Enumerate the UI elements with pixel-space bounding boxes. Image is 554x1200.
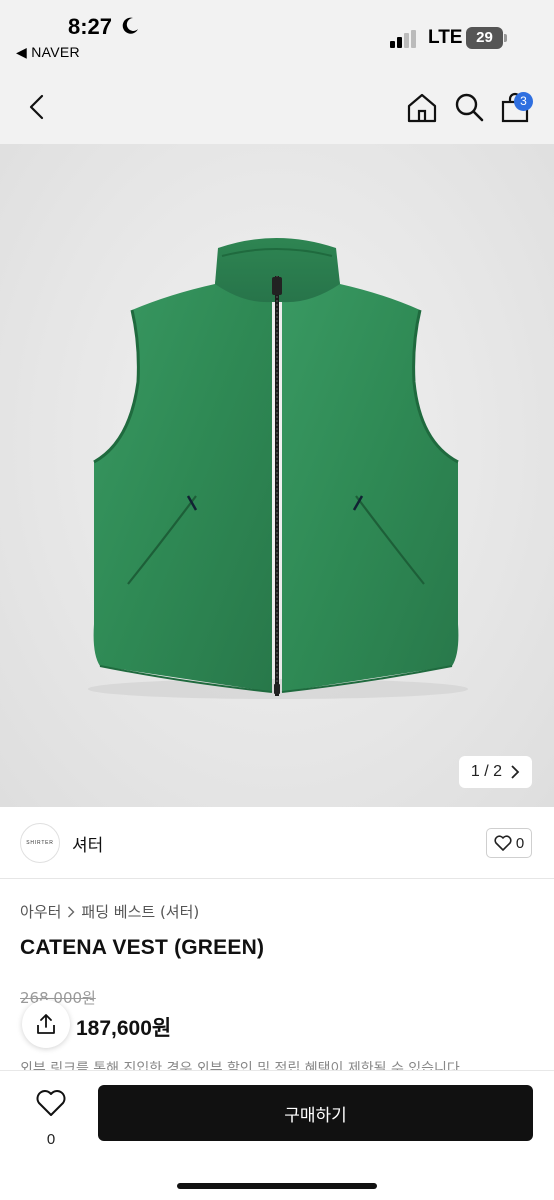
breadcrumb-item-padding-vest[interactable]: 패딩 베스트 (셔터) xyxy=(81,901,199,922)
store-wish-count: 0 xyxy=(515,834,525,852)
home-icon[interactable] xyxy=(406,92,438,124)
bottom-action-bar: 0 구매하기 xyxy=(0,1070,554,1200)
home-indicator xyxy=(177,1183,377,1189)
image-counter-label: 1 / 2 xyxy=(470,763,502,780)
back-arrow-icon[interactable] xyxy=(22,92,52,122)
heart-icon xyxy=(36,1090,66,1116)
signal-icon xyxy=(390,30,416,48)
share-icon xyxy=(37,1014,55,1034)
green-vest-photo xyxy=(88,238,468,699)
product-title: CATENA VEST (GREEN) xyxy=(20,936,265,959)
back-to-app-link[interactable]: ◀ NAVER xyxy=(16,44,80,61)
cart-count-badge: 3 xyxy=(514,92,533,111)
chevron-right-icon xyxy=(511,765,520,779)
store-wish-button[interactable]: 0 xyxy=(486,828,532,858)
seller-row[interactable]: SHIRTER 셔터 0 xyxy=(0,807,554,879)
chevron-right-icon xyxy=(68,906,75,917)
seller-logo[interactable]: SHIRTER xyxy=(20,823,60,863)
heart-icon xyxy=(494,835,512,851)
battery-level: 29 xyxy=(466,27,503,49)
like-count: 0 xyxy=(46,1131,56,1148)
image-counter[interactable]: 1 / 2 xyxy=(458,756,532,788)
search-icon[interactable] xyxy=(454,92,484,122)
buy-button[interactable]: 구매하기 xyxy=(98,1085,533,1141)
seller-name[interactable]: 셔터 xyxy=(72,831,103,856)
like-button[interactable]: 0 xyxy=(24,1087,78,1151)
product-image[interactable]: 1 / 2 xyxy=(0,144,554,807)
network-label: LTE xyxy=(428,27,463,48)
status-bar: 8:27 ◀ NAVER LTE 29 xyxy=(0,0,554,70)
battery-icon: 29 xyxy=(466,27,508,49)
status-time: 8:27 xyxy=(68,14,113,39)
breadcrumb: 아우터 패딩 베스트 (셔터) xyxy=(20,901,199,922)
moon-icon xyxy=(122,17,138,34)
sale-price: 187,600원 xyxy=(76,1017,172,1040)
breadcrumb-item-outer[interactable]: 아우터 xyxy=(20,901,61,922)
share-button[interactable] xyxy=(22,1000,70,1048)
app-header: 3 xyxy=(0,70,554,144)
